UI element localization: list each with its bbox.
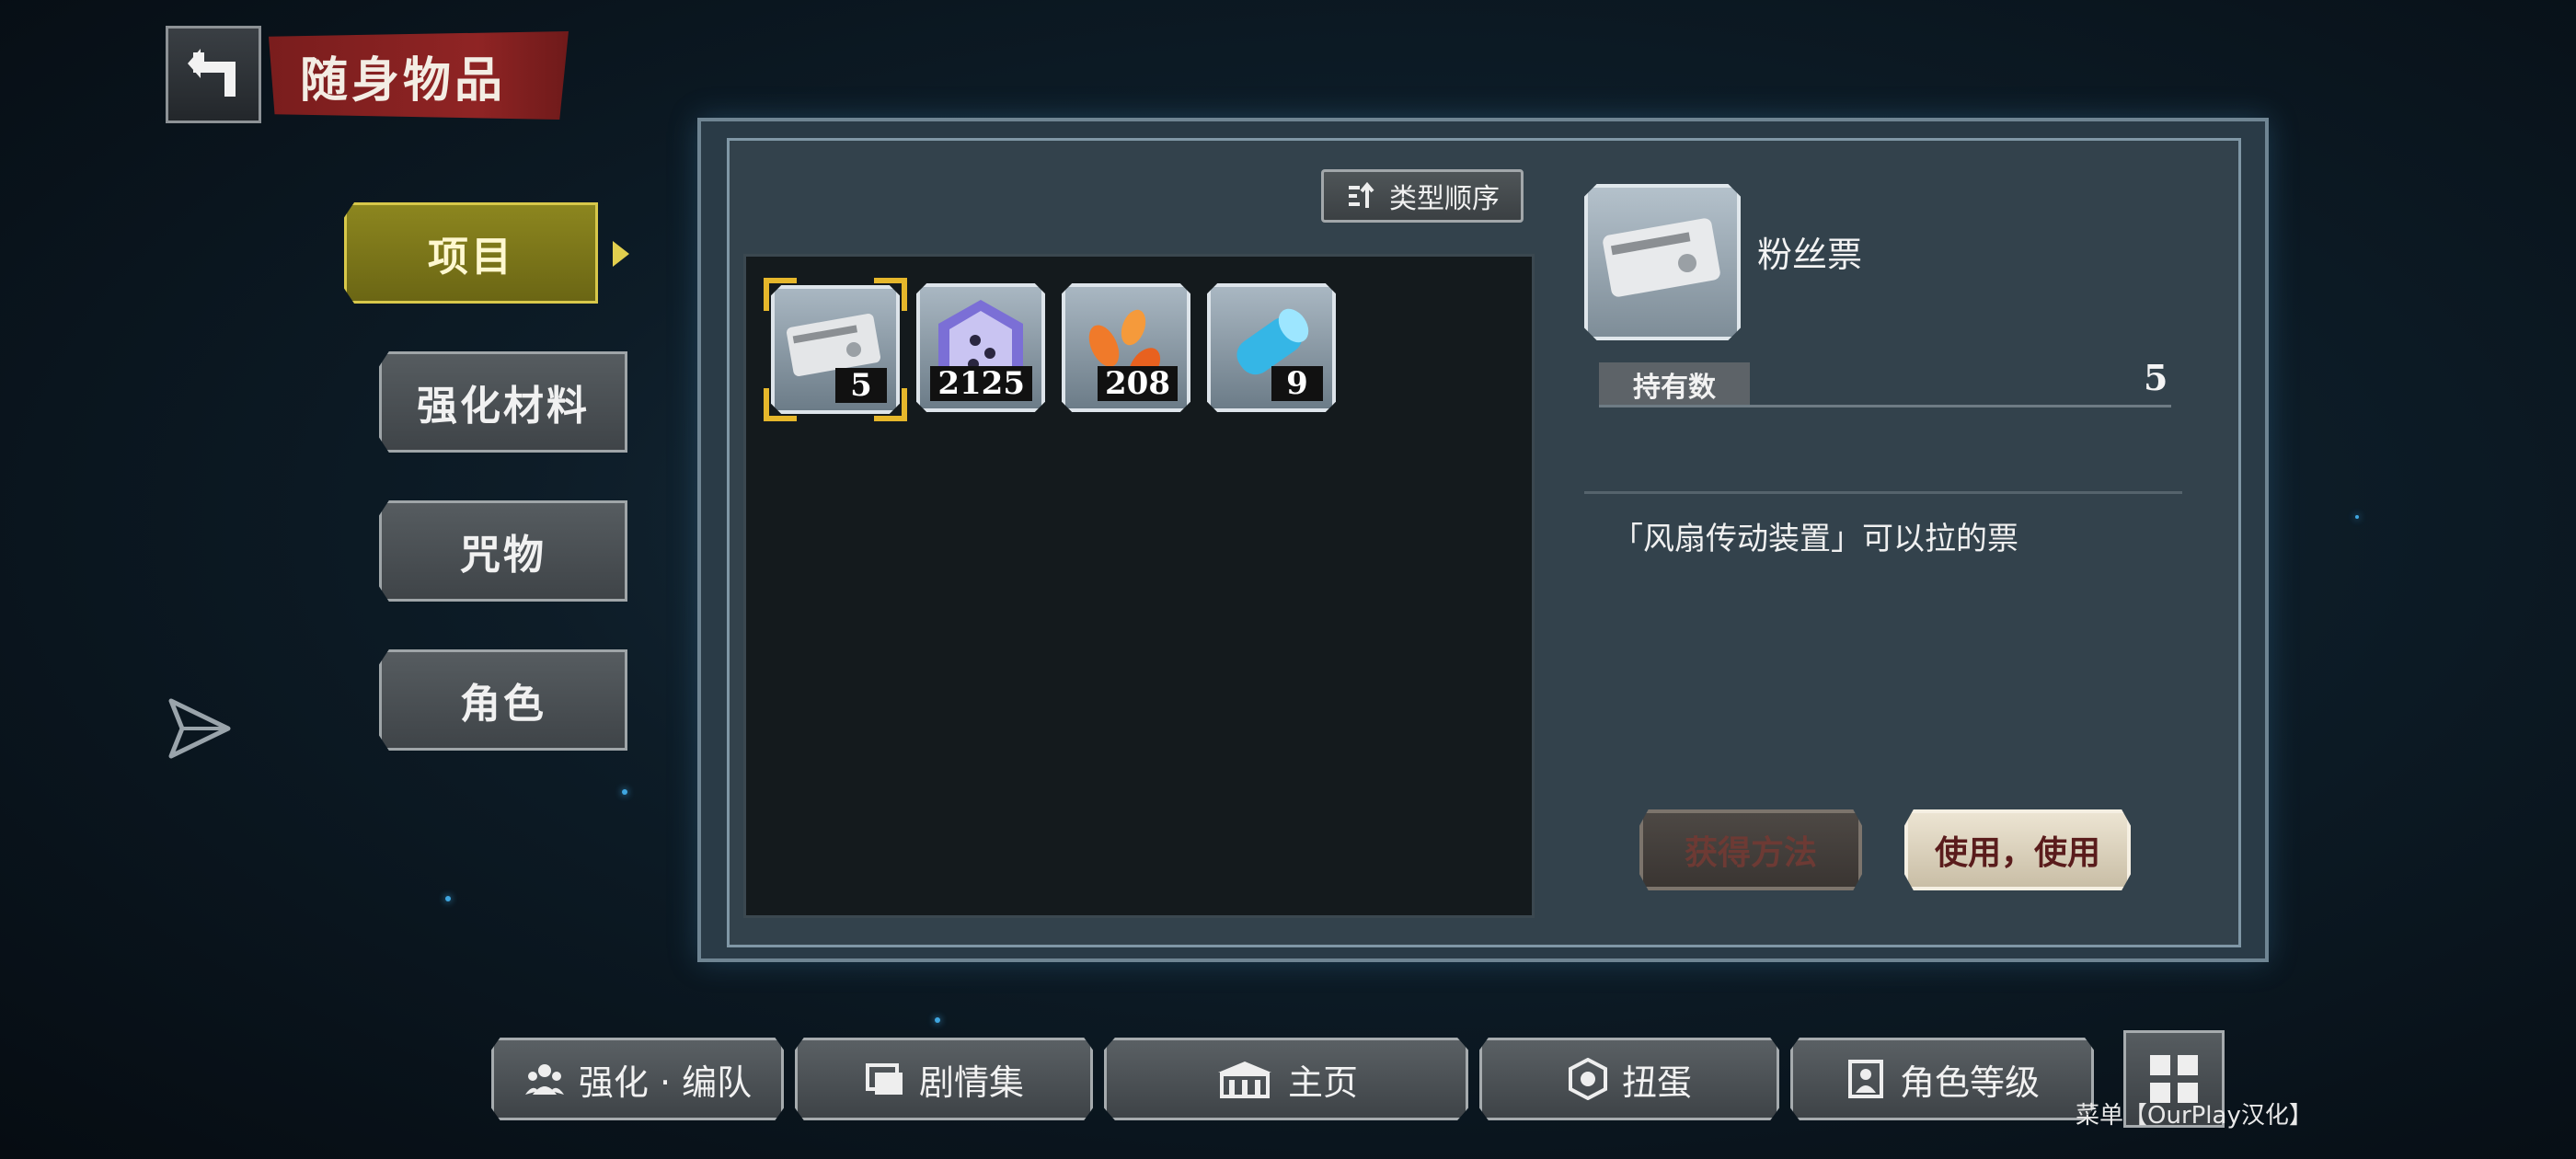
obtain-method-button[interactable]: 获得方法 — [1639, 809, 1862, 890]
item-count: 5 — [835, 368, 887, 403]
item-count: 208 — [1098, 366, 1178, 401]
hold-count-label: 持有数 — [1599, 362, 1750, 407]
character-level-icon — [1847, 1060, 1883, 1098]
nav-home[interactable]: 主页 — [1104, 1038, 1468, 1120]
item-slot[interactable]: 9 — [1207, 283, 1336, 412]
item-count: 9 — [1271, 366, 1323, 401]
nav-label: 扭蛋 — [1621, 1061, 1692, 1103]
item-slot[interactable]: 2125 — [916, 283, 1045, 412]
item-description: 「风扇传动装置」可以拉的票 — [1612, 521, 2018, 557]
item-slot[interactable]: 5 — [771, 285, 900, 414]
nav-story[interactable]: 剧情集 — [795, 1038, 1093, 1120]
active-tab-arrow-icon — [613, 241, 629, 267]
team-icon — [524, 1064, 564, 1095]
nav-label: 强化 · 编队 — [578, 1061, 753, 1103]
sort-icon — [1349, 181, 1374, 208]
selected-item-thumbnail — [1584, 184, 1741, 340]
sort-label: 类型顺序 — [1389, 183, 1500, 215]
ticket-icon — [1603, 218, 1720, 297]
menu-label: 菜单【OurPlay汉化】 — [2076, 1102, 2313, 1130]
divider — [1599, 405, 2171, 407]
nav-character-level[interactable]: 角色等级 — [1790, 1038, 2094, 1120]
home-icon — [1217, 1061, 1271, 1098]
nav-gacha[interactable]: 扭蛋 — [1479, 1038, 1779, 1120]
item-name: 粉丝票 — [1757, 235, 1863, 275]
item-count: 2125 — [930, 366, 1032, 401]
use-button[interactable]: 使用，使用 — [1904, 809, 2131, 890]
tab-enhance-materials[interactable]: 强化材料 — [379, 351, 627, 453]
story-icon — [865, 1063, 903, 1095]
share-icon[interactable] — [162, 692, 236, 765]
tab-items[interactable]: 项目 — [344, 202, 598, 304]
page-title: 随身物品 — [269, 31, 569, 120]
nav-label: 主页 — [1287, 1061, 1358, 1103]
back-button[interactable] — [166, 26, 261, 123]
back-arrow-icon — [188, 49, 236, 97]
hold-count-value: 5 — [2144, 357, 2168, 398]
nav-label: 剧情集 — [918, 1061, 1024, 1103]
nav-label: 角色等级 — [1899, 1061, 2040, 1103]
item-slot[interactable]: 208 — [1062, 283, 1190, 412]
tab-characters[interactable]: 角色 — [379, 649, 627, 751]
nav-enhance-team[interactable]: 强化 · 编队 — [491, 1038, 784, 1120]
gacha-icon — [1568, 1058, 1607, 1100]
tab-cursed-objects[interactable]: 咒物 — [379, 500, 627, 602]
divider — [1584, 491, 2182, 494]
sort-button[interactable]: 类型顺序 — [1321, 169, 1524, 223]
